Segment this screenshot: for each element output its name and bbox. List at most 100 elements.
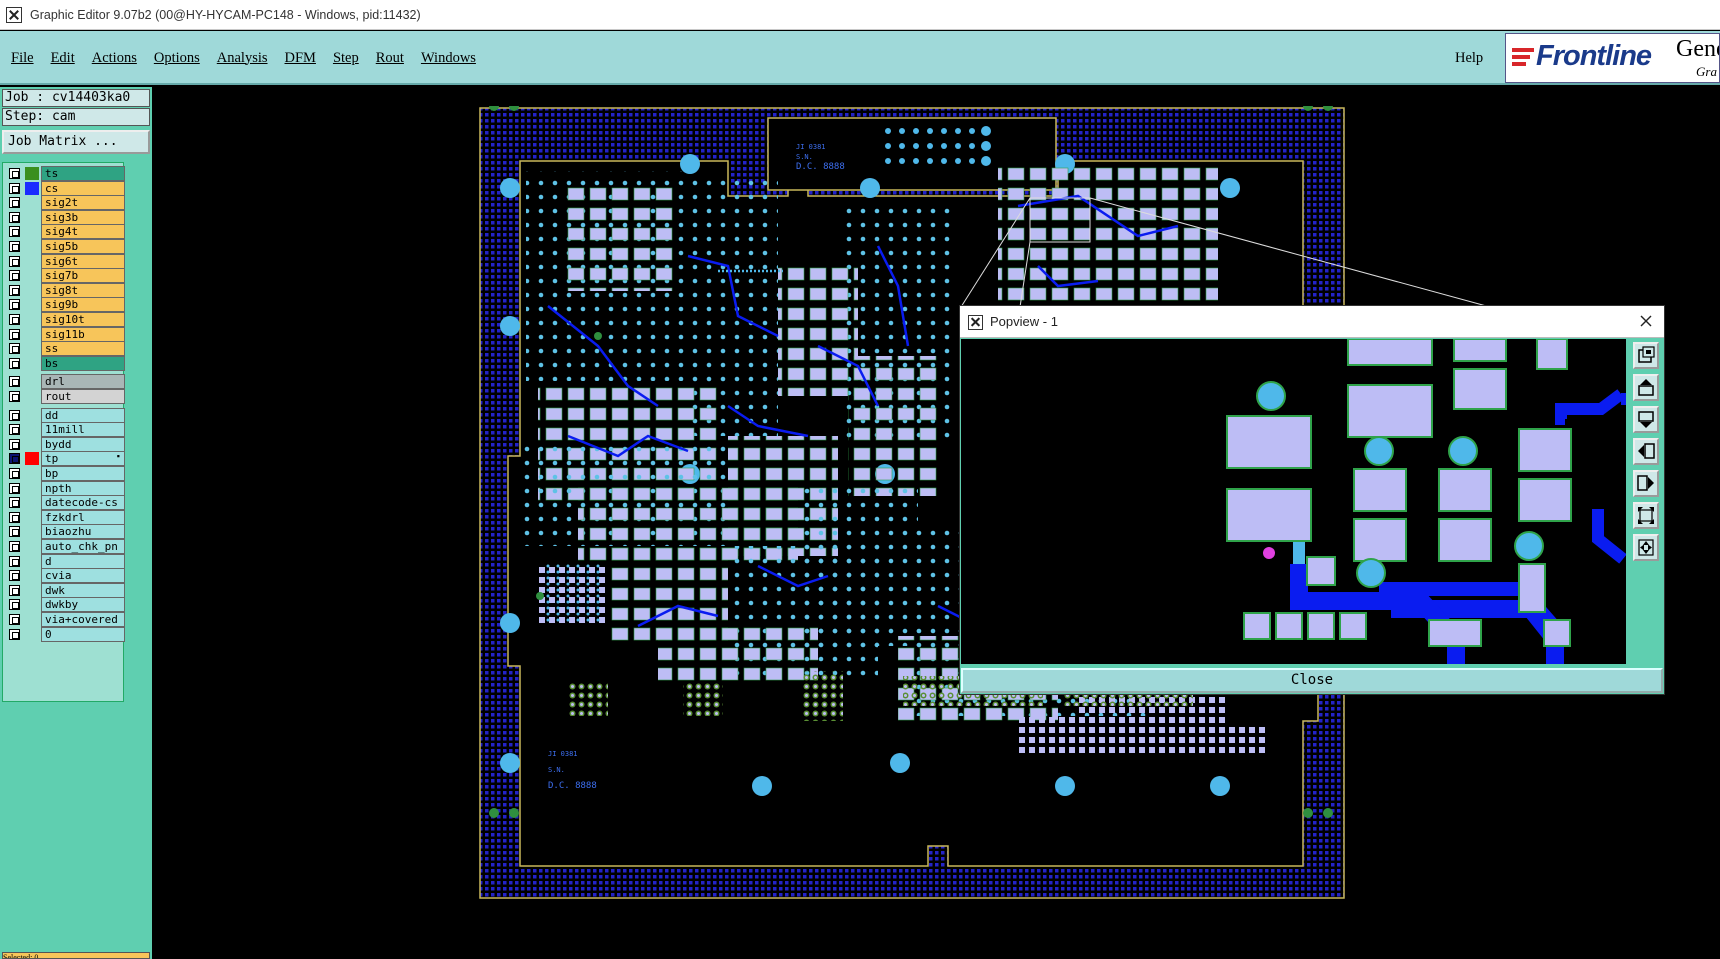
layer-name[interactable]: sig2t	[41, 195, 125, 211]
layer-name[interactable]: tp	[41, 451, 125, 467]
layer-name[interactable]: fzkdrl	[41, 509, 125, 525]
layer-checkbox[interactable]	[9, 357, 20, 369]
layer-row-cvia[interactable]: cvia	[5, 568, 125, 584]
layer-color-swatch[interactable]	[25, 196, 39, 209]
layer-row-sig10t[interactable]: sig10t	[5, 312, 125, 327]
layer-checkbox[interactable]	[9, 391, 20, 402]
layer-name[interactable]: datecode-cs	[41, 495, 125, 511]
layer-name[interactable]: sig5b	[41, 239, 125, 254]
zoom-in-button[interactable]	[1633, 502, 1659, 529]
layer-name[interactable]: sig10t	[41, 312, 125, 327]
zoom-fit-button[interactable]	[1633, 342, 1659, 369]
layer-row-bs[interactable]: bs	[5, 355, 125, 371]
layer-name[interactable]: 11mill	[41, 422, 125, 438]
layer-name[interactable]: auto_chk_pn	[41, 539, 125, 554]
layer-checkbox[interactable]	[9, 182, 20, 194]
layer-color-swatch[interactable]	[25, 313, 39, 326]
layer-checkbox[interactable]	[9, 614, 20, 625]
layer-color-swatch[interactable]	[25, 423, 39, 436]
layer-row-biaozhu[interactable]: biaozhu	[5, 524, 125, 540]
layer-checkbox[interactable]	[9, 570, 20, 582]
layer-row-sig3b[interactable]: sig3b	[5, 209, 125, 225]
layer-color-swatch[interactable]	[25, 255, 39, 268]
layer-row-0[interactable]: 0	[5, 626, 125, 642]
layer-row-dwk[interactable]: dwk	[5, 582, 125, 598]
layer-checkbox[interactable]	[9, 255, 20, 267]
layer-color-swatch[interactable]	[25, 613, 39, 626]
layer-color-swatch[interactable]	[25, 628, 39, 641]
layer-color-swatch[interactable]	[25, 181, 39, 195]
layer-row-bp[interactable]: bp	[5, 466, 125, 481]
layer-checkbox[interactable]	[9, 328, 20, 340]
layer-name[interactable]: dd	[41, 407, 125, 423]
layer-row-sig2t[interactable]: sig2t	[5, 195, 125, 211]
layer-name[interactable]: drl	[41, 374, 125, 390]
pan-up-button[interactable]	[1633, 374, 1659, 401]
layer-color-swatch[interactable]	[25, 375, 39, 388]
layer-row-fzkdrl[interactable]: fzkdrl	[5, 509, 125, 525]
layer-checkbox[interactable]	[9, 628, 20, 640]
layer-checkbox[interactable]	[9, 241, 20, 252]
layer-name[interactable]: npth	[41, 480, 125, 496]
layer-color-swatch[interactable]	[25, 357, 39, 370]
layer-color-swatch[interactable]	[25, 511, 39, 524]
layer-row-bydd[interactable]: bydd	[5, 436, 125, 452]
layer-row-datecode-cs[interactable]: datecode-cs	[5, 495, 125, 511]
menu-help[interactable]: Help	[1448, 48, 1490, 69]
layer-name[interactable]: rout	[41, 389, 125, 404]
layer-row-dwkby[interactable]: dwkby	[5, 597, 125, 613]
layer-name[interactable]: via+covered	[41, 612, 125, 627]
layer-color-swatch[interactable]	[25, 342, 39, 355]
layer-name[interactable]: sig11b	[41, 326, 125, 342]
layer-row-sig11b[interactable]: sig11b	[5, 326, 125, 342]
layer-color-swatch[interactable]	[25, 569, 39, 582]
layer-checkbox[interactable]	[9, 270, 20, 282]
layer-checkbox[interactable]	[9, 409, 20, 421]
layer-name[interactable]: bp	[41, 466, 125, 481]
layer-checkbox[interactable]	[9, 376, 20, 388]
menu-analysis[interactable]: Analysis	[210, 48, 275, 69]
layer-color-swatch[interactable]	[25, 269, 39, 282]
layer-color-swatch[interactable]	[25, 328, 39, 341]
layer-row-tp[interactable]: tp ▪	[5, 451, 125, 467]
layer-checkbox[interactable]	[9, 511, 20, 523]
layer-row-npth[interactable]: npth	[5, 480, 125, 496]
layer-checkbox[interactable]	[9, 226, 20, 238]
layer-name[interactable]: sig7b	[41, 268, 125, 284]
pan-right-button[interactable]	[1633, 470, 1659, 497]
menu-edit[interactable]: Edit	[44, 48, 82, 69]
layer-color-swatch[interactable]	[25, 496, 39, 509]
zoom-out-button[interactable]	[1633, 534, 1659, 561]
layer-color-swatch[interactable]	[25, 298, 39, 311]
layer-row-sig5b[interactable]: sig5b	[5, 239, 125, 254]
popview-canvas[interactable]	[961, 339, 1626, 664]
layer-checkbox[interactable]	[9, 584, 20, 596]
menu-step[interactable]: Step	[326, 48, 366, 69]
layer-name[interactable]: cs	[41, 180, 125, 196]
menu-rout[interactable]: Rout	[369, 48, 411, 69]
layer-name[interactable]: ss	[41, 341, 125, 357]
layer-color-swatch[interactable]	[25, 240, 39, 253]
layer-checkbox[interactable]	[9, 526, 20, 538]
layer-checkbox[interactable]	[9, 438, 20, 450]
layer-name[interactable]: sig6t	[41, 253, 125, 269]
layer-checkbox[interactable]	[9, 497, 20, 509]
layer-checkbox[interactable]	[9, 599, 20, 611]
layer-checkbox[interactable]	[9, 468, 20, 479]
layer-color-swatch[interactable]	[25, 525, 39, 538]
close-icon[interactable]	[1636, 311, 1656, 331]
layer-checkbox[interactable]	[9, 168, 20, 179]
menu-dfm[interactable]: DFM	[278, 48, 323, 69]
layer-color-swatch[interactable]	[25, 225, 39, 238]
menu-windows[interactable]: Windows	[414, 48, 483, 69]
layer-name[interactable]: bs	[41, 355, 125, 371]
layer-row-ts[interactable]: ts	[5, 166, 125, 181]
layer-name[interactable]: sig3b	[41, 209, 125, 225]
layer-name[interactable]: sig9b	[41, 297, 125, 313]
layer-row-sig6t[interactable]: sig6t	[5, 253, 125, 269]
menu-actions[interactable]: Actions	[85, 48, 144, 69]
layer-checkbox[interactable]	[9, 424, 20, 436]
layer-name[interactable]: dwk	[41, 582, 125, 598]
job-matrix-button[interactable]: Job Matrix ...	[2, 130, 150, 154]
layer-row-ss[interactable]: ss	[5, 341, 125, 357]
